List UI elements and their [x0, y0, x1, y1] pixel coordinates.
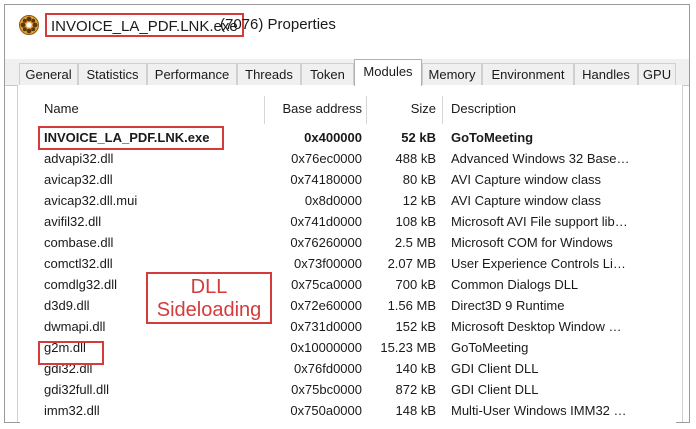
module-size: 700 kB: [395, 277, 436, 292]
module-description: Microsoft COM for Windows: [451, 235, 613, 250]
column-header-size[interactable]: Size: [370, 94, 436, 124]
module-row[interactable]: gdi32.dll 0x76fd0000 140 kB GDI Client D…: [20, 358, 676, 379]
module-row[interactable]: imm32.dll 0x750a0000 148 kB Multi-User W…: [20, 400, 676, 421]
window-title-suffix: (7076) Properties: [220, 16, 336, 33]
module-name: comctl32.dll: [44, 256, 113, 271]
module-name: advapi32.dll: [44, 151, 114, 166]
process-explorer-gear-icon: [19, 15, 39, 35]
module-size: 12 kB: [402, 193, 436, 208]
module-size: 488 kB: [395, 151, 436, 166]
module-base-address: 0x72e60000: [290, 298, 362, 313]
column-divider[interactable]: [442, 96, 443, 124]
module-name: combase.dll: [44, 235, 114, 250]
module-base-address: 0x76260000: [290, 235, 362, 250]
module-description: Advanced Windows 32 Base…: [451, 151, 630, 166]
module-size: 2.07 MB: [387, 256, 436, 271]
module-size: 152 kB: [395, 319, 436, 334]
module-description: AVI Capture window class: [451, 193, 602, 208]
tab-statistics[interactable]: Statistics: [78, 63, 147, 85]
module-row[interactable]: avicap32.dll.mui 0x8d0000 12 kB AVI Capt…: [20, 190, 676, 211]
module-row[interactable]: gdi32full.dll 0x75bc0000 872 kB GDI Clie…: [20, 379, 676, 400]
module-row[interactable]: dwmapi.dll 0x731d0000 152 kB Microsoft D…: [20, 316, 676, 337]
module-base-address: 0x75ca0000: [291, 277, 362, 292]
module-base-address: 0x74180000: [290, 172, 362, 187]
column-header-name[interactable]: Name: [44, 94, 79, 124]
module-size: 1.56 MB: [387, 298, 436, 313]
module-row[interactable]: comctl32.dll 0x73f00000 2.07 MB User Exp…: [20, 253, 676, 274]
dll-sideloading-callout: DLL Sideloading: [146, 272, 272, 324]
module-size: 872 kB: [395, 382, 436, 397]
column-divider[interactable]: [366, 96, 367, 124]
module-description: Direct3D 9 Runtime: [451, 298, 565, 313]
tab-handles[interactable]: Handles: [574, 63, 638, 85]
highlight-box-executable: [38, 126, 224, 150]
module-description: GDI Client DLL: [451, 382, 539, 397]
module-description: GoToMeeting: [451, 340, 529, 355]
module-row[interactable]: avicap32.dll 0x74180000 80 kB AVI Captur…: [20, 169, 676, 190]
module-base-address: 0x75bc0000: [291, 382, 362, 397]
module-size: 80 kB: [402, 172, 436, 187]
module-name: imm32.dll: [44, 403, 100, 418]
tab-general[interactable]: General: [19, 63, 78, 85]
module-size: 15.23 MB: [380, 340, 436, 355]
module-name: avicap32.dll: [44, 172, 113, 187]
tab-token[interactable]: Token: [301, 63, 354, 85]
tab-gpu[interactable]: GPU: [638, 63, 676, 85]
module-description: Microsoft AVI File support lib…: [451, 214, 628, 229]
module-description: Multi-User Windows IMM32 …: [451, 403, 627, 418]
module-name: avifil32.dll: [44, 214, 102, 229]
tab-memory[interactable]: Memory: [422, 63, 482, 85]
module-row[interactable]: advapi32.dll 0x76ec0000 488 kB Advanced …: [20, 148, 676, 169]
module-size: 52 kB: [401, 130, 436, 145]
module-size: 2.5 MB: [394, 235, 436, 250]
module-row[interactable]: d3d9.dll 0x72e60000 1.56 MB Direct3D 9 R…: [20, 295, 676, 316]
module-base-address: 0x750a0000: [290, 403, 362, 418]
module-size: 108 kB: [395, 214, 436, 229]
module-base-address: 0x76fd0000: [294, 361, 362, 376]
module-name: gdi32full.dll: [44, 382, 110, 397]
module-size: 148 kB: [395, 403, 436, 418]
module-description: Microsoft Desktop Window …: [451, 319, 622, 334]
module-name: avicap32.dll.mui: [44, 193, 138, 208]
tab-modules[interactable]: Modules: [354, 59, 422, 86]
tab-threads[interactable]: Threads: [237, 63, 301, 85]
module-description: Common Dialogs DLL: [451, 277, 579, 292]
column-divider[interactable]: [264, 96, 265, 124]
column-header-description[interactable]: Description: [451, 94, 516, 124]
highlight-box-g2m-dll: [38, 341, 104, 365]
module-size: 140 kB: [395, 361, 436, 376]
module-description: GDI Client DLL: [451, 361, 539, 376]
module-description: GoToMeeting: [451, 130, 534, 145]
callout-line-2: Sideloading: [156, 299, 262, 321]
module-base-address: 0x76ec0000: [291, 151, 362, 166]
tab-performance[interactable]: Performance: [147, 63, 237, 85]
module-base-address: 0x400000: [304, 130, 362, 145]
module-base-address: 0x73f00000: [294, 256, 362, 271]
window-title-executable: INVOICE_LA_PDF.LNK.exe: [45, 13, 244, 37]
module-row[interactable]: g2m.dll 0x10000000 15.23 MB GoToMeeting: [20, 337, 676, 358]
column-header-base-address[interactable]: Base address: [270, 94, 363, 124]
tab-environment[interactable]: Environment: [482, 63, 574, 85]
tab-strip: General Statistics Performance Threads T…: [5, 59, 689, 86]
module-row[interactable]: combase.dll 0x76260000 2.5 MB Microsoft …: [20, 232, 676, 253]
module-row[interactable]: avifil32.dll 0x741d0000 108 kB Microsoft…: [20, 211, 676, 232]
module-description: User Experience Controls Li…: [451, 256, 626, 271]
module-base-address: 0x8d0000: [304, 193, 362, 208]
module-description: AVI Capture window class: [451, 172, 602, 187]
module-base-address: 0x741d0000: [290, 214, 362, 229]
callout-line-1: DLL: [190, 276, 228, 298]
module-base-address: 0x731d0000: [290, 319, 362, 334]
module-row[interactable]: comdlg32.dll 0x75ca0000 700 kB Common Di…: [20, 274, 676, 295]
module-base-address: 0x10000000: [290, 340, 362, 355]
title-bar: INVOICE_LA_PDF.LNK.exe (7076) Properties: [5, 5, 689, 47]
